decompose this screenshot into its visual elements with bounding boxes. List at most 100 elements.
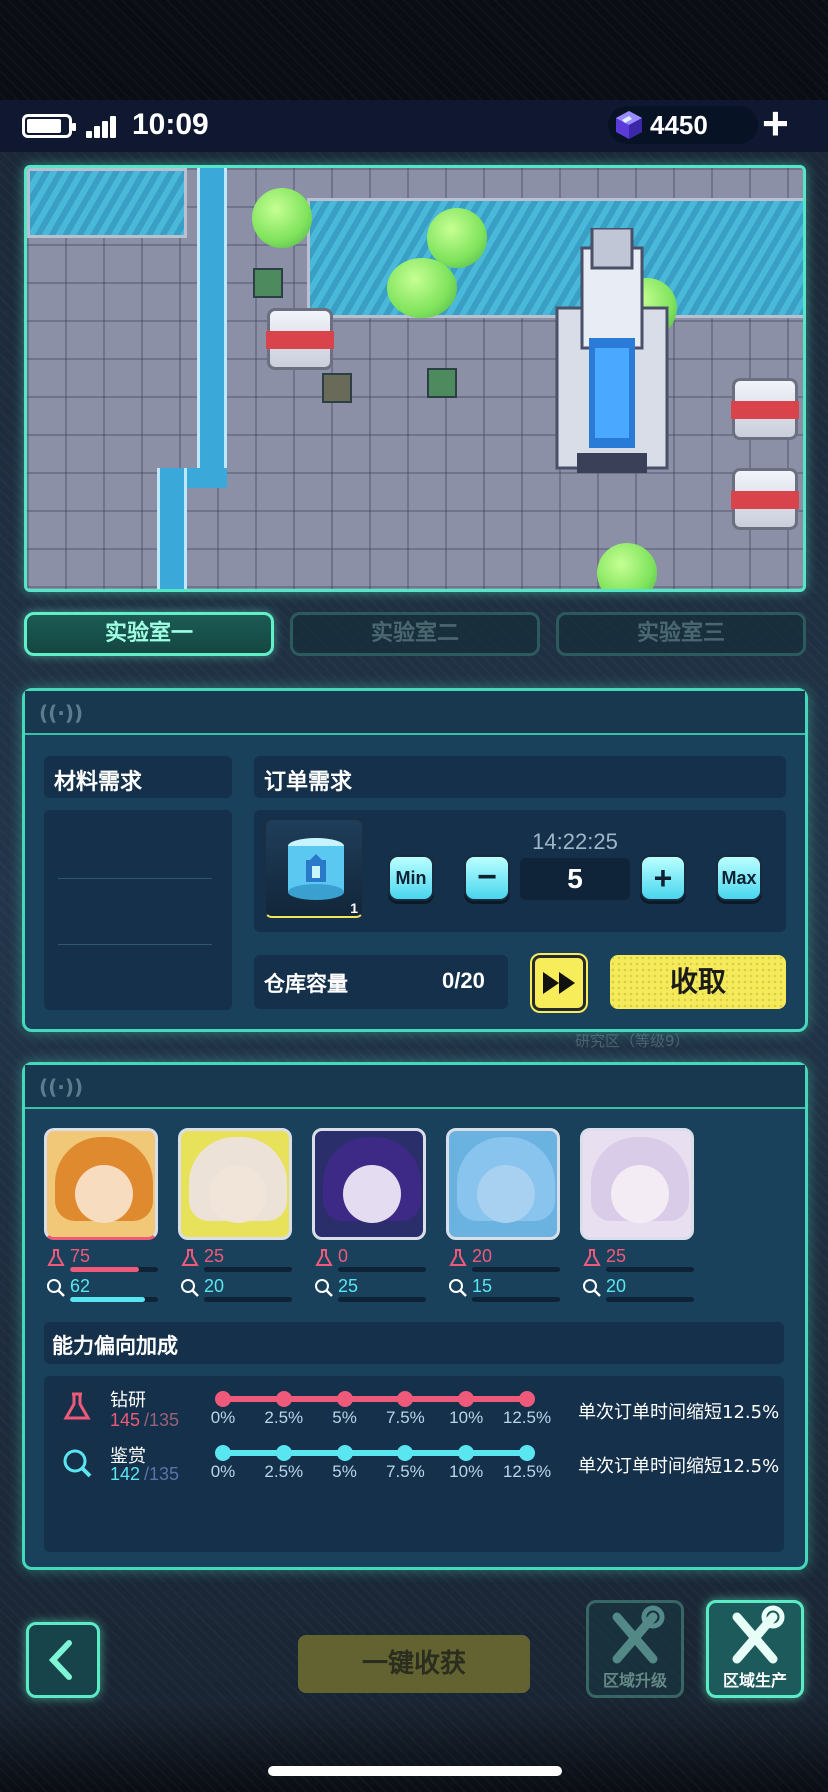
- clock: 10:09: [132, 108, 209, 141]
- stat-bar-fill: [70, 1297, 145, 1302]
- bonus-tick-label: 2.5%: [264, 1408, 304, 1427]
- character-face: [343, 1165, 401, 1223]
- research-current: 145: [110, 1410, 141, 1430]
- add-gems-button[interactable]: +: [762, 100, 789, 146]
- appraise-icon: [56, 1442, 98, 1484]
- material-label: 材料需求: [54, 770, 143, 795]
- research-total: /135: [144, 1410, 180, 1430]
- bonus-tick-label: 10%: [449, 1408, 484, 1427]
- material-slot: [58, 890, 98, 930]
- appraise-value: 25: [338, 1276, 359, 1296]
- research-name: 钻研: [110, 1390, 146, 1411]
- lab-map-view[interactable]: [24, 165, 806, 592]
- research-value: 25: [204, 1246, 225, 1266]
- crate: [253, 268, 283, 298]
- character-face: [209, 1165, 267, 1223]
- canal: [157, 468, 187, 589]
- tab-lab-1[interactable]: 实验室一: [24, 612, 274, 656]
- bonus-node: [336, 1391, 353, 1407]
- magnifier-icon: [181, 1279, 199, 1297]
- tree: [427, 208, 487, 268]
- collect-button[interactable]: 收取: [610, 955, 786, 1009]
- back-button[interactable]: [26, 1622, 100, 1698]
- canal: [197, 168, 227, 468]
- appraise-current: 142: [110, 1464, 141, 1484]
- gem-amount: 4450: [650, 110, 708, 140]
- bonus-node: [215, 1445, 231, 1461]
- bonus-node: [336, 1445, 353, 1461]
- capsule: [266, 308, 334, 370]
- bonus-track: [223, 1450, 527, 1456]
- min-button[interactable]: Min: [388, 855, 434, 901]
- research-value: 0: [338, 1246, 349, 1266]
- bonus-tick-label: 12.5%: [502, 1462, 552, 1481]
- flask-icon: [315, 1249, 333, 1266]
- minus-button[interactable]: −: [464, 855, 510, 901]
- bonus-tick-label: 7.5%: [386, 1408, 425, 1427]
- background-text: 研究区（等级9）: [575, 1032, 690, 1050]
- crate: [427, 368, 457, 398]
- storage-label: 仓库容量: [264, 972, 348, 996]
- stat-bar: [606, 1297, 694, 1302]
- magnifier-icon: [315, 1279, 333, 1297]
- character-face: [75, 1165, 133, 1223]
- chevron-left-icon: [48, 1640, 72, 1680]
- crate: [322, 373, 352, 403]
- bonus-track: [223, 1396, 527, 1402]
- stat-bar: [338, 1267, 426, 1272]
- tab-lab-3[interactable]: 实验室三: [556, 612, 806, 656]
- character-portrait[interactable]: [44, 1128, 158, 1240]
- area-upgrade-button[interactable]: 区域升级: [586, 1600, 684, 1698]
- appraise-value: 62: [70, 1276, 91, 1296]
- bonus-tick-label: 5%: [332, 1408, 357, 1427]
- bonus-node: [275, 1391, 292, 1407]
- order-item[interactable]: 1: [264, 818, 364, 918]
- tree: [387, 258, 457, 318]
- area-produce-label: 区域生产: [722, 1671, 787, 1690]
- magnifier-icon: [449, 1279, 467, 1297]
- home-indicator: [268, 1766, 562, 1776]
- capsule: [731, 378, 799, 440]
- tab-lab-2[interactable]: 实验室二: [290, 612, 540, 656]
- max-button[interactable]: Max: [716, 855, 762, 901]
- research-bonus: 单次订单时间缩短12.5%: [578, 1402, 780, 1423]
- quantity-display: 5: [520, 858, 630, 900]
- research-icon: [56, 1386, 98, 1428]
- area-produce-button[interactable]: 区域生产: [706, 1600, 804, 1698]
- character-face: [477, 1165, 535, 1223]
- cube-item-icon: [288, 838, 344, 900]
- fast-forward-button[interactable]: [532, 955, 586, 1011]
- appraise-value: 15: [472, 1276, 493, 1296]
- stat-bar: [204, 1297, 292, 1302]
- battery-icon: [22, 114, 76, 138]
- plus-button[interactable]: +: [640, 855, 686, 901]
- bonus-tick-label: 7.5%: [386, 1462, 425, 1481]
- appraise-value: 20: [606, 1276, 627, 1296]
- order-timer: 14:22:25: [532, 829, 618, 854]
- character-portrait[interactable]: [312, 1128, 426, 1240]
- panel-header: ((·)): [25, 691, 805, 735]
- appraise-total: /135: [144, 1464, 180, 1484]
- bonus-tick-label: 10%: [449, 1462, 484, 1481]
- flask-icon: [449, 1249, 467, 1266]
- signal-icon: [86, 116, 116, 138]
- tree: [597, 543, 657, 589]
- item-count: 1: [350, 900, 358, 916]
- harvest-all-button[interactable]: 一键收获: [298, 1635, 530, 1693]
- divider: [58, 944, 212, 945]
- capsule: [731, 468, 799, 530]
- character-portrait[interactable]: [446, 1128, 560, 1240]
- radio-icon: ((·)): [39, 1075, 84, 1099]
- lab-tower[interactable]: [537, 228, 687, 478]
- stat-bar: [338, 1297, 426, 1302]
- radio-icon: ((·)): [39, 701, 84, 725]
- area-upgrade-label: 区域升级: [602, 1671, 667, 1690]
- appraise-bonus: 单次订单时间缩短12.5%: [578, 1456, 780, 1477]
- character-portrait[interactable]: [580, 1128, 694, 1240]
- material-slot: [58, 824, 98, 864]
- panel-header: ((·)): [25, 1065, 805, 1109]
- bonus-node: [275, 1445, 292, 1461]
- stat-bar-fill: [70, 1267, 139, 1272]
- character-portrait[interactable]: [178, 1128, 292, 1240]
- bonus-tick-label: 0%: [210, 1408, 236, 1427]
